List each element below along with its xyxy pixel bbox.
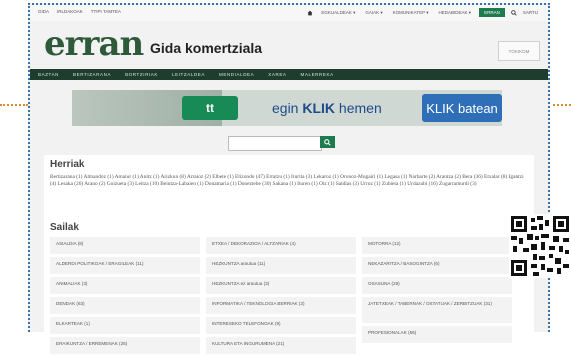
banner-text: egin KLIK hemen xyxy=(272,100,382,116)
category-item[interactable]: NEKAZARITZA / BASOGINTZA (6) xyxy=(362,257,512,274)
left-guide-marker xyxy=(0,104,28,106)
category-item[interactable]: MOTORRA (12) xyxy=(362,237,512,254)
top-left-links: GIDA IRLDAKOAK TTIPI TAMTEA xyxy=(38,9,121,14)
category-item[interactable]: PROFESIONALAK (56) xyxy=(362,326,512,343)
right-guide-marker xyxy=(548,104,571,106)
nav-item-leitzaldea[interactable]: LEITZALDEA xyxy=(172,72,205,77)
page-frame: GIDA IRLDAKOAK TTIPI TAMTEA EGKUALDEAK ▾… xyxy=(28,3,550,354)
category-item[interactable]: ELKARTEAK (1) xyxy=(50,317,200,334)
category-item[interactable]: HEZKUNTZA ez arautua (3) xyxy=(206,277,356,294)
towns-list[interactable]: Bertizarana (1) Almandoz (1) Amaiur (1) … xyxy=(50,174,528,189)
top-right-menu: EGKUALDEAK ▾ GAIAK ▾ KOMUNIKATEP ▾ HEDAB… xyxy=(307,8,538,17)
search-button[interactable] xyxy=(320,136,335,148)
category-item[interactable]: OSASUNA (28) xyxy=(362,277,512,294)
top-link-gida[interactable]: GIDA xyxy=(38,9,49,14)
search-icon xyxy=(324,138,331,146)
partner-logo[interactable]: TOKIKOM xyxy=(498,41,540,61)
menu-hedabideak[interactable]: HEDABIDEAK ▾ xyxy=(437,9,474,17)
category-item[interactable]: JATETXEAK / TABERNAK / OSTATUAK / ZERBIT… xyxy=(362,297,512,323)
home-icon[interactable] xyxy=(307,10,313,16)
category-item[interactable]: HEZKUNTZA arautua (11) xyxy=(206,257,356,274)
top-link-2[interactable]: IRLDAKOAK xyxy=(57,9,83,14)
search-icon[interactable] xyxy=(511,9,517,16)
nav-item-baztan[interactable]: BAZTAN xyxy=(38,72,59,77)
category-item[interactable]: ASIALDIA (8) xyxy=(50,237,200,254)
menu-komunikatep[interactable]: KOMUNIKATEP ▾ xyxy=(391,9,431,17)
app-icon: tt xyxy=(182,96,238,120)
qr-code-icon[interactable] xyxy=(509,214,571,278)
category-item[interactable]: ANIMALIAK (3) xyxy=(50,277,200,294)
ad-banner[interactable]: tt egin KLIK hemen KLIK batean xyxy=(72,90,502,126)
top-bar: GIDA IRLDAKOAK TTIPI TAMTEA EGKUALDEAK ▾… xyxy=(30,5,548,22)
menu-erran-active[interactable]: ERRAN xyxy=(479,8,505,17)
top-link-3[interactable]: TTIPI TAMTEA xyxy=(91,9,121,14)
category-item[interactable]: ERAIKUNTZA / ERREMENAK (25) xyxy=(50,337,200,354)
main-content: Herriak Bertizarana (1) Almandoz (1) Ama… xyxy=(44,155,534,354)
menu-gaiak[interactable]: GAIAK ▾ xyxy=(363,9,384,17)
nav-item-bortziriak[interactable]: BORTZIRIAK xyxy=(125,72,158,77)
category-item[interactable]: KULTURA ETA INGURUMENA (21) xyxy=(206,337,356,354)
nav-item-malerreka[interactable]: MALERREKA xyxy=(301,72,334,77)
herriak-heading: Herriak xyxy=(50,159,85,170)
site-header: erran Gida komertziala TOKIKOM xyxy=(30,21,548,69)
search-input[interactable] xyxy=(228,136,322,151)
page-title: Gida komertziala xyxy=(150,40,263,56)
categories-col-1: ASIALDIA (8) ALDERDI POLITIKOAK / ERAGIL… xyxy=(50,237,200,357)
category-item[interactable]: INTERESEKO TELEFONOAK (9) xyxy=(206,317,356,334)
login-link[interactable]: SARTU xyxy=(523,10,538,15)
nav-item-xarea[interactable]: XAREA xyxy=(268,72,286,77)
category-item[interactable]: INFORMATIKA / TEKNOLOGIA BERRIAK (3) xyxy=(206,297,356,314)
site-logo[interactable]: erran xyxy=(44,27,144,61)
categories-col-2: ETXEA / DEKORAZIOA / ALTZARIAK (4) HEZKU… xyxy=(206,237,356,357)
category-item[interactable]: DENDAK (83) xyxy=(50,297,200,314)
nav-item-mendialdea[interactable]: MENDIALDEA xyxy=(219,72,254,77)
category-item[interactable]: ETXEA / DEKORAZIOA / ALTZARIAK (4) xyxy=(206,237,356,254)
region-nav: BAZTAN BERTIZARANA BORTZIRIAK LEITZALDEA… xyxy=(30,69,548,80)
menu-eskualdeak[interactable]: EGKUALDEAK ▾ xyxy=(319,9,357,17)
category-item[interactable]: ALDERDI POLITIKOAK / ERAGILEAK (11) xyxy=(50,257,200,274)
klik-button[interactable]: KLIK batean xyxy=(422,94,502,122)
nav-item-bertizarana[interactable]: BERTIZARANA xyxy=(73,72,111,77)
sailak-heading: Sailak xyxy=(50,222,79,233)
